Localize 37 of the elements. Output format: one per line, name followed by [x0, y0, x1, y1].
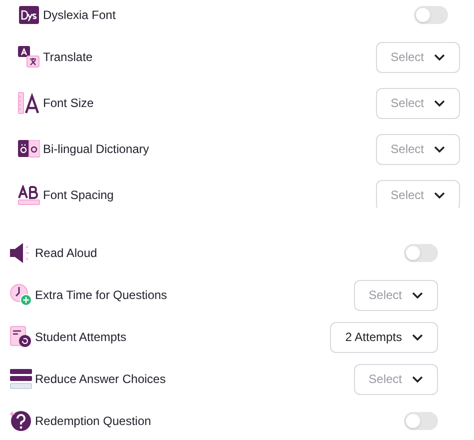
- setting-label: Extra Time for Questions: [35, 287, 168, 304]
- select-dropdown[interactable]: Select: [354, 280, 438, 310]
- chevron-down-icon: [434, 54, 445, 60]
- toggle-switch[interactable]: [404, 412, 438, 430]
- setting-label: Dyslexia Font: [43, 7, 116, 24]
- document-refresh-icon: [10, 326, 32, 348]
- setting-label: Translate: [43, 49, 93, 66]
- select-dropdown[interactable]: Select: [354, 364, 438, 394]
- dys-icon: [19, 6, 39, 24]
- setting-label: Redemption Question: [35, 413, 152, 430]
- translate-icon: [18, 46, 40, 68]
- toggle-switch[interactable]: [414, 6, 448, 24]
- setting-label: Student Attempts: [35, 329, 126, 346]
- setting-label: Reduce Answer Choices: [35, 371, 166, 388]
- chevron-down-icon: [412, 376, 423, 382]
- select-dropdown[interactable]: Select: [376, 180, 460, 208]
- setting-label: Font Size: [43, 95, 94, 112]
- setting-label: Font Spacing: [43, 187, 114, 204]
- select-dropdown[interactable]: Select: [376, 42, 460, 72]
- chevron-down-icon: [412, 292, 423, 298]
- chevron-down-icon: [434, 100, 445, 106]
- font-size-icon: [18, 92, 40, 114]
- toggle-switch[interactable]: [404, 244, 438, 262]
- font-spacing-icon: [18, 185, 40, 205]
- select-dropdown[interactable]: 2 Attempts: [330, 322, 438, 352]
- list-icon: [10, 369, 32, 389]
- select-dropdown[interactable]: Select: [376, 134, 460, 164]
- setting-label: Bi-lingual Dictionary: [43, 141, 150, 158]
- dictionary-icon: [18, 140, 40, 158]
- clock-plus-icon: [10, 284, 32, 306]
- setting-label: Read Aloud: [35, 245, 98, 262]
- select-dropdown[interactable]: Select: [376, 88, 460, 118]
- chevron-down-icon: [434, 146, 445, 152]
- chevron-down-icon: [412, 334, 423, 340]
- speaker-icon: [10, 243, 32, 263]
- chevron-down-icon: [434, 192, 445, 198]
- question-icon: [10, 410, 32, 432]
